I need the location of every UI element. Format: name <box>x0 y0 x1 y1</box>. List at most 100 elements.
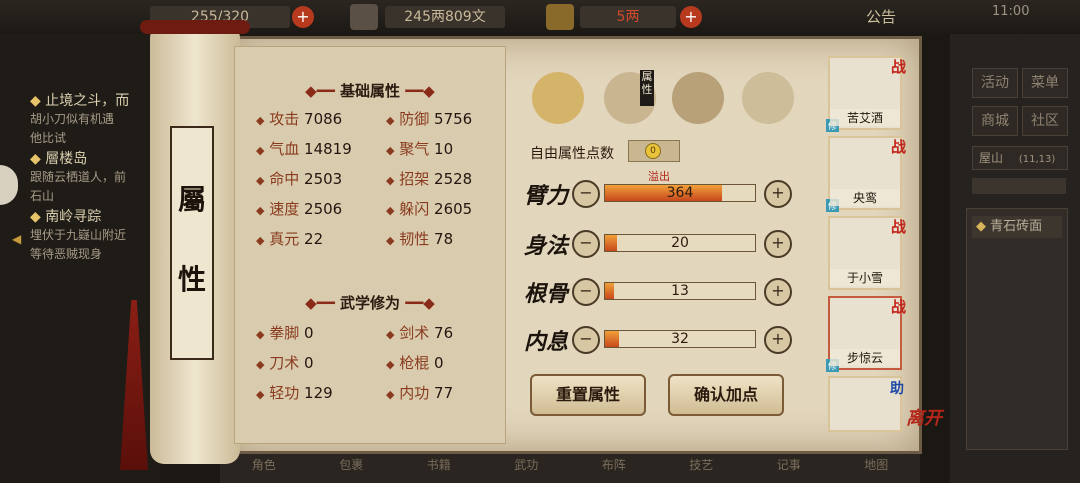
plus-breath-button[interactable]: + <box>764 326 792 354</box>
stat-lightness: ◆ 轻功 129 <box>256 384 333 402</box>
menu-button[interactable]: 菜单 <box>1022 68 1068 98</box>
scroll-title-char1: 屬 <box>177 183 206 216</box>
martial-title: ◆━━ 武学修为 ━━◆ <box>260 292 480 313</box>
activity-button[interactable]: 活动 <box>972 68 1018 98</box>
reset-attributes-button[interactable]: 重置属性 <box>530 374 646 416</box>
stat-value: 77 <box>434 384 454 402</box>
stat-value: 0 <box>434 354 444 372</box>
add-gold-button[interactable]: + <box>680 6 702 28</box>
stat-dodge: ◆ 躲闪 2605 <box>386 200 473 218</box>
stat-hp: ◆ 气血 14819 <box>256 140 352 158</box>
party-member-name: 于小雪 <box>830 269 900 286</box>
quest-title: 層楼岛 <box>45 151 88 167</box>
quest-item[interactable]: ◆ 南岭寻踪 埋伏于九嶷山附近 等待恶贼现身 <box>30 206 160 264</box>
quest-title: 南岭寻踪 <box>45 209 102 225</box>
location-item-label: 青石砖面 <box>990 219 1043 234</box>
free-points-box: 0 <box>628 140 680 162</box>
quest-desc: 埋伏于九嶷山附近 等待恶贼现身 <box>30 228 127 261</box>
stat-row: ◆ 气血 14819 ◆ 聚气 10 <box>256 138 506 168</box>
party-member-1[interactable]: 战 修 苦艾酒 <box>826 56 906 132</box>
stat-label: 躲闪 <box>399 200 430 218</box>
confirm-points-button[interactable]: 确认加点 <box>668 374 784 416</box>
breath-bar: 32 <box>604 330 756 348</box>
location-name: 屋山 <box>979 151 1004 165</box>
gold-value: 5两 <box>616 9 640 25</box>
shop-button[interactable]: 商城 <box>972 106 1018 136</box>
ornament-right-icon: ━━◆ <box>405 294 435 312</box>
plus-agility-button[interactable]: + <box>764 230 792 258</box>
leave-button[interactable]: 离开 <box>906 404 942 430</box>
minus-constitution-button[interactable]: − <box>572 278 600 306</box>
base-stats-grid: ◆ 攻击 7086 ◆ 防御 5756 ◆ 气血 14819 ◆ 聚气 10 ◆… <box>256 108 506 258</box>
ornament-left-icon: ◆━━ <box>305 82 335 100</box>
overflow-label: 溢出 <box>648 170 670 183</box>
party-member-3[interactable]: 战 于小雪 <box>828 216 906 290</box>
quest-title-icon-row: ◆ 層楼岛 <box>30 151 88 167</box>
plus-strength-button[interactable]: + <box>764 180 792 208</box>
stat-value: 129 <box>304 384 333 402</box>
ornament-left-icon: ◆━━ <box>305 294 335 312</box>
stat-value: 0 <box>304 354 314 372</box>
assist-tag: 助 <box>890 381 904 397</box>
stat-label: 防御 <box>399 110 430 128</box>
minus-breath-button[interactable]: − <box>572 326 600 354</box>
minus-agility-button[interactable]: − <box>572 230 600 258</box>
location-row: 屋山 (11,13) <box>972 146 1068 170</box>
location-item[interactable]: ◆ 青石砖面 <box>972 216 1062 238</box>
stat-label: 内功 <box>399 384 430 402</box>
stat-row: ◆ 命中 2503 ◆ 招架 2528 <box>256 168 506 198</box>
quest-title-icon-row: ◆ 止境之斗，而 <box>30 93 130 109</box>
battle-tag: 战 <box>890 58 906 76</box>
money-counter: 245两809文 <box>385 6 505 28</box>
bagua-tab-icon[interactable] <box>672 72 724 124</box>
quest-item[interactable]: ◆ 止境之斗，而 胡小刀似有机遇 他比试 <box>30 90 160 148</box>
stat-row: ◆ 真元 22 ◆ 韧性 78 <box>256 228 506 258</box>
attr-name: 内息 <box>524 329 569 355</box>
stat-label: 真元 <box>269 230 300 248</box>
coin-pouch-icon <box>350 4 378 30</box>
stat-value: 22 <box>304 230 324 248</box>
base-stats-title: ◆━━ 基础属性 ━━◆ <box>260 80 480 101</box>
stat-label: 枪棍 <box>399 354 430 372</box>
party-member-2[interactable]: 战 修 央鸾 <box>826 136 906 212</box>
stat-label: 刀术 <box>269 354 300 372</box>
party-member-4[interactable]: 战 修 步惊云 <box>826 296 906 372</box>
battle-tag: 战 <box>890 138 906 156</box>
arrow-left-icon[interactable]: ◀ <box>12 232 21 246</box>
stat-parry: ◆ 招架 2528 <box>386 170 473 188</box>
scroll-title-card: 屬 性 <box>170 126 214 360</box>
martial-grid: ◆ 拳脚 0 ◆ 剑术 76 ◆ 刀术 0 ◆ 枪棍 0 ◆ 轻功 129 ◆ … <box>256 322 506 412</box>
free-points-value: 0 <box>650 146 656 156</box>
equipment-tab-icon[interactable] <box>532 72 584 124</box>
attr-name: 臂力 <box>524 183 569 209</box>
stat-label: 招架 <box>399 170 430 188</box>
stat-label: 聚气 <box>399 140 430 158</box>
stat-focus: ◆ 聚气 10 <box>386 140 454 158</box>
notice-button[interactable]: 公告 <box>866 6 896 27</box>
stat-label: 命中 <box>269 170 300 188</box>
martial-title-text: 武学修为 <box>339 294 400 312</box>
plus-constitution-button[interactable]: + <box>764 278 792 306</box>
community-button[interactable]: 社区 <box>1022 106 1068 136</box>
stat-value: 78 <box>434 230 454 248</box>
free-points-label: 自由属性点数 <box>530 146 614 162</box>
money-value: 245两809文 <box>404 9 486 25</box>
agility-value: 20 <box>671 235 689 251</box>
party-member-name: 步惊云 <box>830 349 900 366</box>
minus-strength-button[interactable]: − <box>572 180 600 208</box>
scroll-ribbon-top <box>140 20 250 34</box>
quest-item[interactable]: ◆ 層楼岛 跟随云栖道人，前 石山 <box>30 148 160 206</box>
strength-value: 364 <box>666 185 694 201</box>
stat-value: 2605 <box>434 200 473 218</box>
gold-counter: 5两 <box>580 6 676 28</box>
add-storage-button[interactable]: + <box>292 6 314 28</box>
base-stats-title-text: 基础属性 <box>339 82 400 100</box>
meridian-tab-icon[interactable] <box>742 72 794 124</box>
quest-list: ◆ 止境之斗，而 胡小刀似有机遇 他比试 ◆ 層楼岛 跟随云栖道人，前 石山 ◆… <box>30 90 160 264</box>
stat-attack: ◆ 攻击 7086 <box>256 110 343 128</box>
party-member-5[interactable]: 助 <box>828 376 904 432</box>
attribute-tab-label: 属性 <box>640 70 654 106</box>
scroll-title-char2: 性 <box>177 263 206 296</box>
stat-row: ◆ 轻功 129 ◆ 内功 77 <box>256 382 506 412</box>
battle-tag: 战 <box>890 218 906 236</box>
